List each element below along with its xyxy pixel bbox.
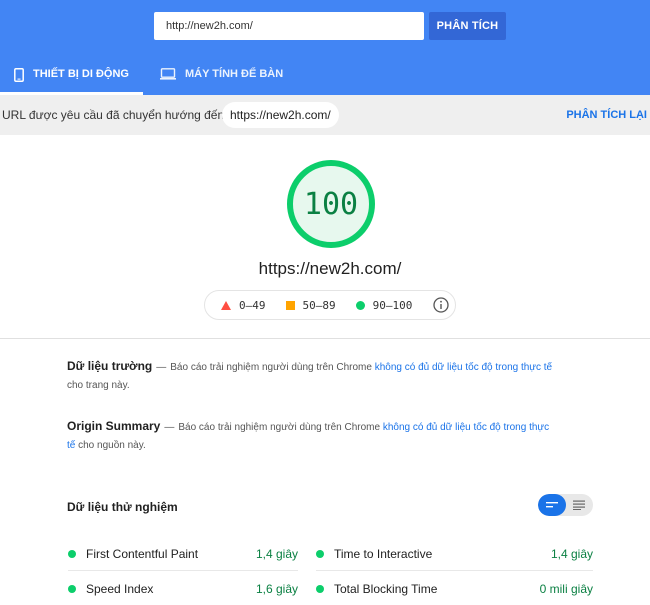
expanded-view-icon xyxy=(573,500,586,510)
metric-name: First Contentful Paint xyxy=(86,546,199,561)
analyze-button[interactable]: PHÂN TÍCH xyxy=(429,12,506,40)
pass-dot-icon xyxy=(68,585,76,593)
metric-name: Total Blocking Time xyxy=(334,582,438,596)
origin-summary-text: Báo cáo trải nghiệm người dùng trên Chro… xyxy=(178,422,381,433)
metric-speed-index: Speed Index 1,6 giây xyxy=(68,572,298,605)
triangle-icon xyxy=(221,300,231,310)
view-toggle[interactable] xyxy=(538,494,593,516)
tested-url: https://new2h.com/ xyxy=(258,259,402,278)
field-data-text: Báo cáo trải nghiệm người dùng trên Chro… xyxy=(170,362,372,373)
desktop-icon xyxy=(160,68,176,80)
metric-name: Speed Index xyxy=(86,582,154,596)
origin-summary-title: Origin Summary xyxy=(67,419,161,433)
legend-average-range: 50–89 xyxy=(302,298,336,312)
field-data-section: Dữ liệu trường — Báo cáo trải nghiệm người… xyxy=(67,357,557,395)
field-data-dash: — xyxy=(156,362,167,373)
pass-dot-icon xyxy=(68,549,76,558)
square-icon xyxy=(285,300,295,310)
legend-fail-range: 0–49 xyxy=(239,298,266,312)
score-value: 100 xyxy=(303,186,359,222)
metric-value: 1,4 giây xyxy=(550,546,593,561)
score-legend: 0–49 50–89 90–100 xyxy=(204,290,456,320)
tab-desktop-label: MÁY TÍNH ĐỂ BÀN xyxy=(185,68,284,80)
field-data-link[interactable]: không có đủ dữ liệu tốc độ trong thực tế xyxy=(375,362,552,373)
url-input[interactable] xyxy=(154,12,424,40)
reanalyze-link[interactable]: PHÂN TÍCH LẠI xyxy=(566,109,647,121)
metric-time-to-interactive: Time to Interactive 1,4 giây xyxy=(316,537,593,571)
redirect-text: URL được yêu cầu đã chuyển hướng đến: xyxy=(2,108,228,122)
metric-value: 1,4 giây xyxy=(255,546,298,561)
redirect-url: https://new2h.com/ xyxy=(222,102,339,128)
metric-name: Time to Interactive xyxy=(334,546,433,561)
metric-first-contentful-paint: First Contentful Paint 1,4 giây xyxy=(68,537,298,571)
pass-dot-icon xyxy=(316,549,324,558)
metric-value: 1,6 giây xyxy=(255,582,298,596)
legend-pass-range: 90–100 xyxy=(372,298,413,312)
legend-average: 50–89 xyxy=(285,298,336,312)
info-icon[interactable] xyxy=(433,297,449,313)
tab-mobile[interactable]: THIẾT BỊ DI ĐỘNG xyxy=(0,58,150,95)
legend-pass: 90–100 xyxy=(355,298,413,312)
mobile-icon xyxy=(14,68,24,82)
circle-icon xyxy=(355,300,365,310)
header: PHÂN TÍCH THIẾT BỊ DI ĐỘNG MÁY TÍNH ĐỂ B… xyxy=(0,0,650,95)
metric-total-blocking-time: Total Blocking Time 0 mili giây xyxy=(316,572,593,605)
lab-data-title: Dữ liệu thử nghiệm xyxy=(67,500,178,514)
legend-fail: 0–49 xyxy=(221,299,266,312)
compact-view-button[interactable] xyxy=(538,494,566,516)
divider xyxy=(0,338,650,339)
pass-dot-icon xyxy=(316,585,324,593)
origin-summary-section: Origin Summary — Báo cáo trải nghiệm người… xyxy=(67,417,557,455)
metric-value: 0 mili giây xyxy=(539,582,593,596)
compact-view-icon xyxy=(545,502,558,508)
origin-summary-dash: — xyxy=(164,422,175,433)
tab-mobile-label: THIẾT BỊ DI ĐỘNG xyxy=(33,68,129,80)
tab-desktop[interactable]: MÁY TÍNH ĐỂ BÀN xyxy=(160,58,300,95)
field-data-text-after: cho trang này. xyxy=(67,380,130,391)
origin-summary-text-after: cho nguồn này. xyxy=(78,440,146,451)
field-data-title: Dữ liệu trường xyxy=(67,359,153,373)
expanded-view-button[interactable] xyxy=(566,494,594,516)
